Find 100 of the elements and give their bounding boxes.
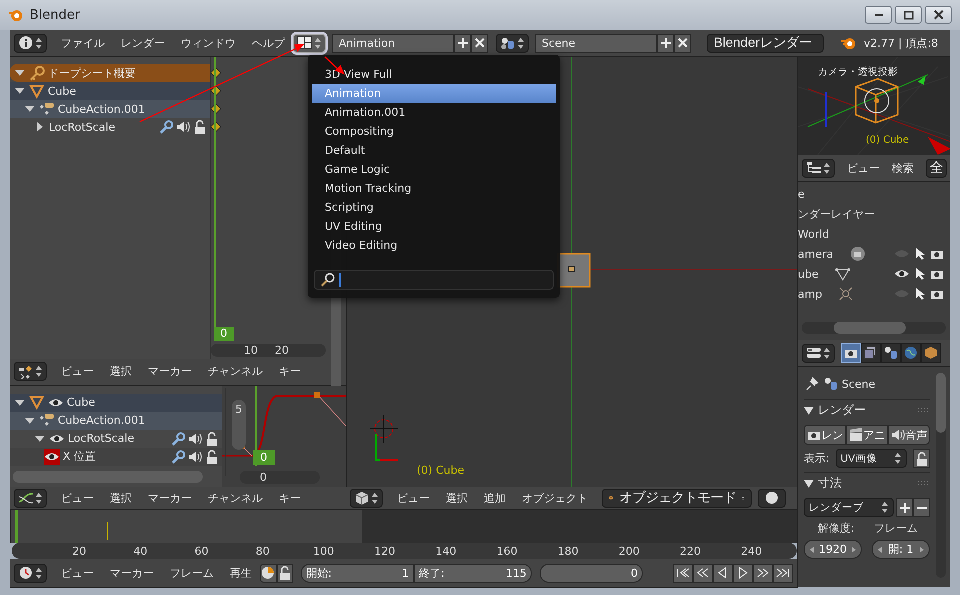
frame-ruler[interactable]: 0 xyxy=(240,471,320,484)
menu-item[interactable]: マーカー xyxy=(140,490,200,506)
playback-button[interactable] xyxy=(673,564,694,582)
camera-icon[interactable] xyxy=(930,288,944,300)
eye-icon[interactable] xyxy=(894,268,910,280)
cursor-icon[interactable] xyxy=(914,287,926,301)
remove-button[interactable] xyxy=(913,498,930,517)
cursor-icon[interactable] xyxy=(914,267,926,281)
lock-button[interactable] xyxy=(276,564,294,582)
channel-row[interactable]: LocRotScale xyxy=(10,430,222,448)
menu-item[interactable]: オブジェクト xyxy=(514,490,596,506)
lock-icon[interactable] xyxy=(194,120,206,134)
menu-item[interactable]: 選択 xyxy=(102,490,140,506)
properties-tab[interactable] xyxy=(841,343,861,363)
playback-button[interactable] xyxy=(773,564,794,582)
editor-type-button[interactable] xyxy=(14,362,47,382)
resolution-field[interactable]: 1920 xyxy=(804,540,862,559)
end-frame-field[interactable]: 終了: 115 xyxy=(414,564,532,582)
menu-item[interactable]: 追加 xyxy=(476,490,514,506)
menu-item[interactable]: ビュー xyxy=(53,490,102,506)
add-button[interactable] xyxy=(454,34,471,52)
menu-item[interactable]: Game Logic xyxy=(312,160,556,179)
frame-ruler[interactable]: 10 20 xyxy=(211,344,326,357)
menu-item[interactable]: ウィンドウ xyxy=(173,36,244,50)
playback-button[interactable] xyxy=(713,564,734,582)
outliner-item[interactable]: World xyxy=(798,228,830,240)
filter-dropdown[interactable]: 全 xyxy=(926,158,947,178)
menu-item[interactable]: チャンネル xyxy=(200,364,271,380)
decrement-arrow-icon[interactable] xyxy=(809,546,815,554)
menu-item[interactable]: ビュー xyxy=(389,490,438,506)
panel-header[interactable]: レンダー xyxy=(804,399,930,421)
eye-icon[interactable] xyxy=(48,396,64,409)
menu-item[interactable]: 選択 xyxy=(438,490,476,506)
frame-start-field[interactable]: 開: 1 xyxy=(872,540,930,559)
menu-item[interactable]: Scripting xyxy=(312,198,556,217)
channel-row[interactable]: LocRotScale xyxy=(10,118,210,136)
menu-item[interactable]: ビュー xyxy=(53,566,102,580)
scrollbar[interactable] xyxy=(936,373,946,578)
outliner-item[interactable]: ンダーレイヤー xyxy=(798,206,875,222)
channel-row[interactable]: ドープシート概要 xyxy=(10,64,210,82)
menu-item[interactable]: ビュー xyxy=(841,160,886,176)
properties-tab[interactable] xyxy=(881,343,901,363)
menu-item[interactable]: Video Editing xyxy=(312,236,556,255)
value-scrollbar[interactable]: 5 xyxy=(232,400,246,450)
menu-item[interactable]: UV Editing xyxy=(312,217,556,236)
menu-item[interactable]: Motion Tracking xyxy=(312,179,556,198)
channel-row[interactable]: CubeAction.001 xyxy=(10,100,210,118)
outliner-item[interactable]: ube xyxy=(798,268,819,280)
frame-ruler[interactable]: 20 40 60 80 100 120 140 160 180 200 220 240 xyxy=(12,543,797,559)
editor-type-button[interactable] xyxy=(14,564,47,582)
render-engine-dropdown[interactable]: Blenderレンダー xyxy=(707,34,824,52)
outliner-item[interactable]: amera xyxy=(798,248,834,260)
add-button[interactable] xyxy=(896,498,913,517)
editor-type-button[interactable] xyxy=(350,488,383,508)
mode-dropdown[interactable]: オブジェクトモード xyxy=(602,488,752,508)
editor-type-button[interactable] xyxy=(14,34,47,52)
editor-type-button[interactable] xyxy=(496,34,529,52)
eye-icon[interactable] xyxy=(49,432,65,445)
camera-icon[interactable] xyxy=(930,248,944,260)
menu-item[interactable]: 選択 xyxy=(102,364,140,380)
delete-button[interactable] xyxy=(674,34,691,52)
keying-button[interactable] xyxy=(260,564,277,582)
color-swatch[interactable] xyxy=(44,448,60,465)
menu-item[interactable]: キー xyxy=(271,364,309,380)
speaker-icon[interactable] xyxy=(176,120,191,134)
scrollbar[interactable] xyxy=(802,322,946,334)
menu-item[interactable]: Compositing xyxy=(312,122,556,141)
channel-row[interactable]: Cube xyxy=(10,394,222,412)
playback-button[interactable] xyxy=(753,564,774,582)
screen-layout-field[interactable]: Animation xyxy=(332,34,454,52)
current-frame-field[interactable]: 0 xyxy=(540,564,644,582)
menu-item[interactable]: マーカー xyxy=(102,566,162,580)
scene-field[interactable]: Scene xyxy=(535,34,657,52)
delete-button[interactable] xyxy=(471,34,488,52)
preset-dropdown[interactable]: レンダーブ xyxy=(804,498,894,517)
menu-item[interactable]: Animation.001 xyxy=(312,103,556,122)
search-field[interactable] xyxy=(314,270,554,290)
selected-object[interactable] xyxy=(557,253,591,288)
camera-icon[interactable] xyxy=(930,268,944,280)
increment-arrow-icon[interactable] xyxy=(851,546,857,554)
lock-icon[interactable] xyxy=(206,450,218,464)
cursor-icon[interactable] xyxy=(914,247,926,261)
channel-row[interactable]: Cube xyxy=(10,82,210,100)
menu-item[interactable]: フレーム xyxy=(162,566,222,580)
menu-item[interactable]: 再生 xyxy=(222,566,260,580)
properties-tab[interactable] xyxy=(921,343,941,363)
menu-item[interactable]: マーカー xyxy=(140,364,200,380)
outliner-item[interactable]: e xyxy=(798,188,805,200)
scrollbar[interactable] xyxy=(13,471,203,484)
editor-type-button[interactable] xyxy=(14,488,47,508)
panel-header[interactable]: 寸法 xyxy=(804,472,930,494)
render-button[interactable]: レン xyxy=(804,425,846,445)
properties-tab[interactable] xyxy=(861,343,881,363)
menu-item[interactable]: ファイル xyxy=(53,36,113,50)
menu-item[interactable]: Default xyxy=(312,141,556,160)
render-button[interactable]: 音声 xyxy=(888,425,930,445)
editor-type-button[interactable] xyxy=(802,158,835,178)
lock-icon[interactable] xyxy=(206,432,218,446)
display-dropdown[interactable]: UV画像 xyxy=(836,449,907,468)
speaker-icon[interactable] xyxy=(188,432,203,446)
